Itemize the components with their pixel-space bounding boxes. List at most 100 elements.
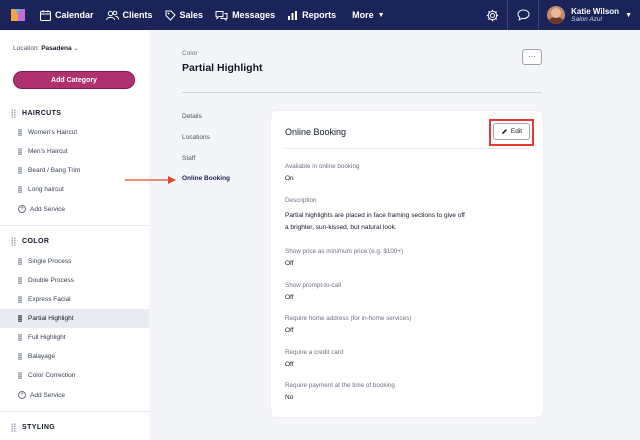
tab-online-booking[interactable]: Online Booking — [182, 175, 230, 182]
nav-sales-label: Sales — [179, 10, 204, 20]
plus-circle-icon: + — [18, 205, 26, 213]
service-item[interactable]: Color Correction — [0, 366, 149, 385]
more-options-button[interactable]: ··· — [522, 49, 542, 65]
category-color[interactable]: COLOR — [11, 237, 49, 246]
service-item[interactable]: Men's Haircut — [0, 142, 149, 161]
top-right-area: Katie Wilson Salon Azul ▼ — [477, 0, 640, 30]
nav-messages[interactable]: Messages — [215, 10, 275, 21]
drag-handle-icon[interactable] — [18, 353, 22, 360]
service-sidebar: Location: Pasadena ⌄ Add Category HAIRCU… — [0, 30, 149, 440]
service-item[interactable]: Full Highlight — [0, 328, 149, 347]
divider — [285, 148, 529, 149]
category-name: STYLING — [22, 424, 56, 431]
field-value: Off — [285, 361, 294, 368]
chevron-down-icon: ▼ — [377, 11, 385, 19]
drag-handle-icon[interactable] — [11, 109, 16, 118]
field-value: No — [285, 394, 294, 401]
nav-sales[interactable]: Sales — [165, 10, 204, 21]
pencil-icon — [501, 129, 507, 134]
service-name: Express Facial — [28, 296, 71, 303]
service-item[interactable]: Single Process — [0, 252, 149, 271]
annotation-arrow-icon — [125, 176, 176, 184]
avatar — [547, 6, 566, 24]
field-label: Show prompt-to-call — [285, 282, 341, 289]
service-name: Beard / Bang Trim — [28, 167, 81, 174]
settings-gear-icon[interactable] — [477, 0, 507, 30]
tab-staff[interactable]: Staff — [182, 155, 195, 162]
category-styling[interactable]: STYLING — [11, 423, 55, 432]
user-menu[interactable]: Katie Wilson Salon Azul ▼ — [539, 0, 640, 30]
location-selector[interactable]: Location: Pasadena ⌄ — [13, 44, 79, 52]
online-booking-card: Online Booking Edit Available in online … — [271, 111, 543, 417]
drag-handle-icon[interactable] — [18, 334, 22, 341]
divider — [182, 92, 542, 93]
location-label: Location: — [13, 45, 40, 52]
app-logo-icon[interactable] — [10, 8, 26, 22]
chevron-down-icon: ▼ — [625, 11, 632, 19]
user-name: Katie Wilson — [571, 7, 620, 16]
edit-label: Edit — [510, 128, 523, 135]
service-name: Double Process — [28, 277, 74, 284]
service-item[interactable]: Women's Haircut — [0, 123, 149, 142]
drag-handle-icon[interactable] — [11, 423, 16, 432]
field-value: Off — [285, 294, 294, 301]
nav-reports[interactable]: Reports — [287, 10, 336, 21]
drag-handle-icon[interactable] — [18, 372, 22, 379]
tab-locations[interactable]: Locations — [182, 134, 210, 141]
nav-more-label: More — [352, 10, 374, 20]
clients-icon — [105, 10, 119, 20]
edit-button[interactable]: Edit — [493, 123, 530, 140]
service-item[interactable]: Double Process — [0, 271, 149, 290]
nav-more[interactable]: More ▼ — [352, 10, 384, 20]
business-name: Salon Azul — [571, 16, 602, 23]
breadcrumb[interactable]: Color — [182, 50, 198, 57]
service-name: Women's Haircut — [28, 129, 78, 136]
add-service-button[interactable]: + Add Service — [18, 205, 65, 213]
divider — [0, 225, 149, 226]
drag-handle-icon[interactable] — [18, 296, 22, 303]
drag-handle-icon[interactable] — [18, 277, 22, 284]
service-name: Full Highlight — [28, 334, 66, 341]
drag-handle-icon[interactable] — [18, 129, 22, 136]
service-item[interactable]: Express Facial — [0, 290, 149, 309]
field-value: Off — [285, 260, 294, 267]
nav-messages-label: Messages — [232, 10, 276, 20]
service-item-active[interactable]: Partial Highlight — [0, 309, 149, 328]
divider — [0, 411, 149, 412]
reports-icon — [288, 10, 298, 20]
service-name: Men's Haircut — [28, 148, 68, 155]
drag-handle-icon[interactable] — [11, 237, 16, 246]
service-name: Long haircut — [28, 186, 64, 193]
field-value: On — [285, 175, 294, 182]
category-haircuts[interactable]: HAIRCUTS — [11, 109, 61, 118]
field-label: Require home address (for in-home servic… — [285, 315, 412, 322]
drag-handle-icon[interactable] — [18, 258, 22, 265]
add-category-button[interactable]: Add Category — [13, 71, 135, 89]
calendar-icon — [40, 9, 51, 21]
category-name: HAIRCUTS — [22, 110, 62, 117]
messages-icon — [215, 10, 228, 21]
tag-icon — [165, 10, 176, 21]
add-service-button[interactable]: + Add Service — [18, 391, 65, 399]
page-title: Partial Highlight — [182, 62, 263, 74]
drag-handle-icon[interactable] — [18, 148, 22, 155]
top-navigation-bar: Calendar Clients Sales Messages Reports … — [0, 0, 640, 30]
tab-details[interactable]: Details — [182, 113, 202, 120]
field-label: Require a credit card — [285, 349, 344, 356]
plus-circle-icon: + — [18, 391, 26, 399]
nav-clients-label: Clients — [122, 10, 153, 20]
field-label: Show price as minimum price (e.g. $100+) — [285, 248, 404, 255]
service-item[interactable]: Balayage — [0, 347, 149, 366]
drag-handle-icon[interactable] — [18, 167, 22, 174]
nav-calendar[interactable]: Calendar — [40, 9, 94, 21]
service-name: Single Process — [28, 258, 72, 265]
service-name: Partial Highlight — [28, 315, 74, 322]
service-name: Balayage — [28, 353, 56, 360]
drag-handle-icon[interactable] — [18, 315, 22, 322]
drag-handle-icon[interactable] — [18, 186, 22, 193]
add-service-label: Add Service — [30, 205, 66, 213]
field-label: Require payment at the time of booking — [285, 382, 395, 389]
card-title: Online Booking — [285, 127, 347, 137]
chat-bubble-icon[interactable] — [508, 0, 538, 30]
nav-clients[interactable]: Clients — [105, 10, 153, 21]
